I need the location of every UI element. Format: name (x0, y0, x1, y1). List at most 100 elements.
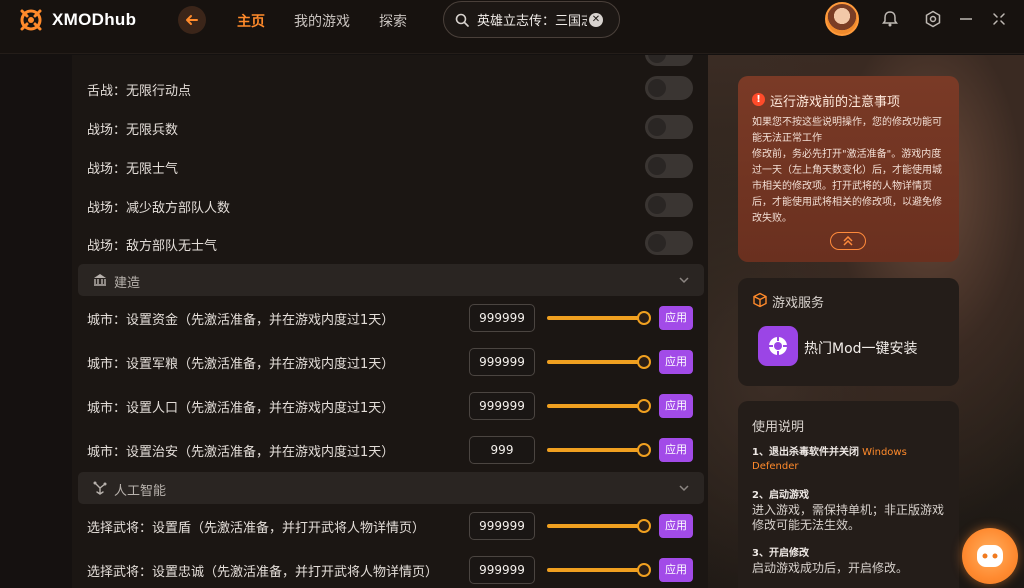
value-slider[interactable] (547, 448, 643, 452)
step-title: 1、退出杀毒软件并关闭 (752, 447, 859, 458)
tab-my-games[interactable]: 我的游戏 (294, 11, 350, 31)
cheat-row: 舌战：无限行动点 (72, 67, 708, 111)
tab-home[interactable]: 主页 (237, 11, 265, 31)
notification-icon[interactable] (881, 10, 899, 28)
value-row-label: 城市：设置人口（先激活准备，并在游戏内度过1天） (87, 401, 395, 416)
cheat-label: 战场：敌方部队无士气 (87, 239, 218, 254)
chevron-down-icon (679, 485, 689, 492)
mod-list-panel[interactable]: 舌战：无限行动点 战场：无限兵数 战场：无限士气 战场：减少敌方部队人数 战场：… (72, 55, 708, 588)
usage-guide-card: 使用说明 1、退出杀毒软件并关闭 Windows Defender 2、启动游戏… (738, 401, 959, 588)
slider-handle[interactable] (637, 443, 651, 457)
guide-step-2: 2、启动游戏 进入游戏，需保持单机；非正版游戏修改可能无法生效。 (752, 489, 948, 533)
value-slider[interactable] (547, 404, 643, 408)
section-title: 建造 (114, 276, 141, 291)
guide-title: 使用说明 (752, 420, 805, 435)
collapse-button[interactable] (830, 232, 866, 250)
value-slider[interactable] (547, 568, 643, 572)
mod-install-icon[interactable] (758, 326, 798, 366)
toggle-knob (648, 55, 666, 63)
warning-body: 如果您不按这些说明操作，您的修改功能可能无法正常工作 修改前，务必先打开"激活准… (752, 115, 948, 227)
slider-handle[interactable] (637, 311, 651, 325)
value-row-label: 选择武将：设置盾（先激活准备，并打开武将人物详情页） (87, 521, 426, 536)
mod-install-link[interactable]: 热门Mod一键安装 (804, 338, 918, 358)
minimize-icon[interactable] (957, 10, 975, 28)
puzzle-icon (769, 337, 787, 355)
step-desc: 进入游戏，需保持单机；非正版游戏修改可能无法生效。 (752, 503, 945, 532)
value-slider[interactable] (547, 524, 643, 528)
apply-button[interactable]: 应用 (659, 306, 693, 330)
apply-button[interactable]: 应用 (659, 514, 693, 538)
value-row-label: 城市：设置军粮（先激活准备，并在游戏内度过1天） (87, 357, 395, 372)
value-row: 城市：设置人口（先激活准备，并在游戏内度过1天） 999999 应用 (72, 384, 708, 428)
value-row: 选择武将：设置盾（先激活准备，并打开武将人物详情页） 999999 应用 (72, 504, 708, 548)
toggle-knob (648, 234, 666, 252)
apply-button[interactable]: 应用 (659, 438, 693, 462)
toggle-switch[interactable] (645, 115, 693, 139)
value-input[interactable]: 999999 (469, 304, 535, 332)
cheat-row: 战场：无限兵数 (72, 106, 708, 150)
value-row: 城市：设置军粮（先激活准备，并在游戏内度过1天） 999999 应用 (72, 340, 708, 384)
slider-handle[interactable] (637, 399, 651, 413)
section-header-ai[interactable]: 人工智能 (78, 472, 704, 504)
value-input[interactable]: 999999 (469, 512, 535, 540)
section-title: 人工智能 (114, 484, 167, 499)
value-input[interactable]: 999 (469, 436, 535, 464)
toggle-knob (648, 196, 666, 214)
value-slider[interactable] (547, 360, 643, 364)
warning-line: 修改前，务必先打开"激活准备"。游戏内度过一天（左上角天数变化）后，才能使用城市… (752, 149, 942, 224)
toggle-knob (648, 79, 666, 97)
user-avatar[interactable] (825, 2, 859, 36)
warning-card: ! 运行游戏前的注意事项 如果您不按这些说明操作，您的修改功能可能无法正常工作 … (738, 76, 959, 262)
chat-bot-icon (977, 545, 1003, 567)
warning-line: 如果您不按这些说明操作，您的修改功能可能无法正常工作 (752, 117, 942, 144)
slider-handle[interactable] (637, 563, 651, 577)
app-logo[interactable]: XMODhub (18, 8, 136, 32)
apply-button[interactable]: 应用 (659, 350, 693, 374)
cheat-label: 舌战：无限行动点 (87, 84, 192, 99)
value-row: 城市：设置治安（先激活准备，并在游戏内度过1天） 999 应用 (72, 428, 708, 472)
chevron-up-double-icon (843, 236, 853, 246)
toggle-switch[interactable] (645, 55, 693, 66)
warning-title: 运行游戏前的注意事项 (770, 95, 901, 110)
chevron-down-icon (679, 277, 689, 284)
slider-handle[interactable] (637, 519, 651, 533)
guide-step-1: 1、退出杀毒软件并关闭 Windows Defender (752, 446, 948, 474)
apply-button[interactable]: 应用 (659, 394, 693, 418)
section-header-build[interactable]: 建造 (78, 264, 704, 296)
value-row: 城市：设置资金（先激活准备，并在游戏内度过1天） 999999 应用 (72, 296, 708, 340)
toggle-knob (648, 157, 666, 175)
value-input[interactable]: 999999 (469, 392, 535, 420)
search-box[interactable]: 英雄立志传：三国志 ✕ (443, 1, 620, 38)
ai-icon (93, 481, 107, 495)
toggle-knob (648, 118, 666, 136)
arrow-left-icon (186, 15, 198, 25)
clear-search-icon[interactable]: ✕ (589, 12, 603, 27)
search-input[interactable]: 英雄立志传：三国志 (477, 10, 587, 29)
value-input[interactable]: 999999 (469, 348, 535, 376)
value-row-label: 选择武将：设置忠诚（先激活准备，并打开武将人物详情页） (87, 565, 439, 580)
toggle-switch[interactable] (645, 231, 693, 255)
toggle-switch[interactable] (645, 193, 693, 217)
toggle-switch[interactable] (645, 154, 693, 178)
warning-icon: ! (752, 93, 765, 106)
tab-explore[interactable]: 探索 (379, 11, 407, 31)
value-slider[interactable] (547, 316, 643, 320)
step-title: 2、启动游戏 (752, 490, 809, 501)
slider-handle[interactable] (637, 355, 651, 369)
cheat-label: 战场：无限兵数 (87, 123, 179, 138)
back-button[interactable] (178, 6, 206, 34)
game-service-card: 游戏服务 热门Mod一键安装 (738, 278, 959, 386)
apply-button[interactable]: 应用 (659, 558, 693, 582)
xmod-logo-icon (20, 9, 42, 31)
toggle-switch[interactable] (645, 76, 693, 100)
assistant-chat-button[interactable] (962, 528, 1018, 584)
settings-icon[interactable] (924, 10, 942, 28)
step-title: 3、开启修改 (752, 548, 809, 559)
cheat-row: 战场：无限士气 (72, 145, 708, 189)
value-input[interactable]: 999999 (469, 556, 535, 584)
guide-step-3: 3、开启修改 启动游戏成功后，开启修改。 (752, 547, 948, 576)
search-icon (455, 13, 469, 27)
close-icon[interactable] (990, 10, 1008, 28)
cheat-label: 战场：无限士气 (87, 162, 179, 177)
value-row: 选择武将：设置忠诚（先激活准备，并打开武将人物详情页） 999999 应用 (72, 548, 708, 588)
